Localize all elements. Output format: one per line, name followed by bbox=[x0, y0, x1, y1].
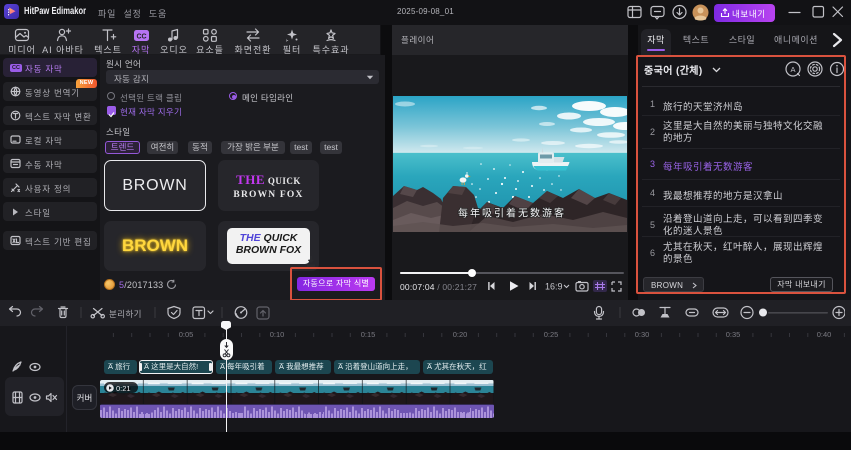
svg-text:每年吸引着无数游客: 每年吸引着无数游客 bbox=[458, 207, 566, 220]
svg-text:0:25: 0:25 bbox=[544, 330, 559, 339]
svg-text:0:35: 0:35 bbox=[726, 330, 741, 339]
svg-text:0:30: 0:30 bbox=[635, 330, 650, 339]
svg-text:0:15: 0:15 bbox=[361, 330, 376, 339]
svg-text:0:05: 0:05 bbox=[179, 330, 194, 339]
svg-text:CC: CC bbox=[136, 34, 146, 41]
svg-text:16:9: 16:9 bbox=[545, 282, 563, 292]
svg-text:0:20: 0:20 bbox=[453, 330, 468, 339]
svg-text:0:10: 0:10 bbox=[270, 330, 285, 339]
svg-text:0:40: 0:40 bbox=[817, 330, 832, 339]
